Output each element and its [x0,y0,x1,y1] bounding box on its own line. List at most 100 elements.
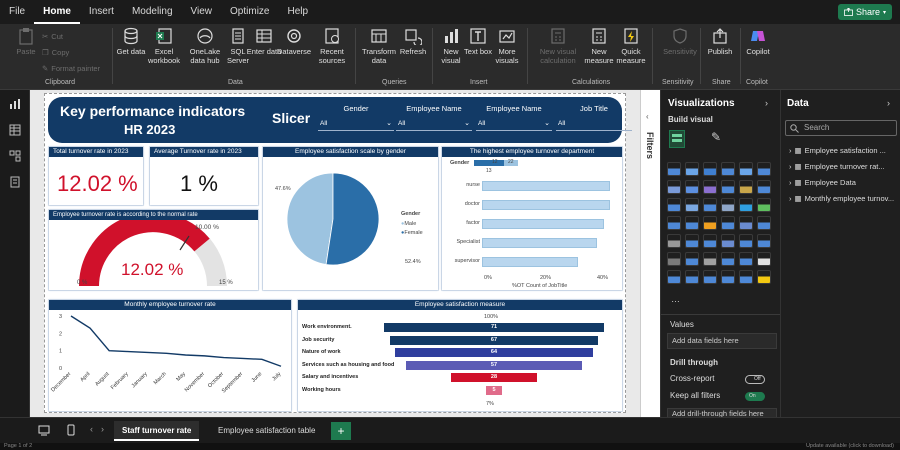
publish-button[interactable]: Publish [702,27,738,56]
data-table-item[interactable]: › ▦ Monthly employee turnov... [789,194,894,203]
visual-type-icon[interactable] [685,234,699,248]
visual-type-icon[interactable] [757,198,771,212]
visual-type-icon[interactable] [685,162,699,176]
sensitivity-button[interactable]: Sensitivity [660,27,700,56]
visual-type-icon[interactable] [721,252,735,266]
paste-button[interactable]: Paste [8,27,44,56]
visual-type-icon[interactable] [667,234,681,248]
menu-file[interactable]: File [0,0,34,24]
slicer-job-title[interactable]: Job Title All ⌄ [556,104,632,132]
format-painter-button[interactable]: ✎ Format painter [42,64,100,73]
drill-through-drop-zone[interactable]: Add drill-through fields here [667,408,777,418]
visual-type-icon[interactable] [721,270,735,284]
format-visual-icon[interactable]: ✎ [711,130,721,144]
cross-report-toggle[interactable]: Off [745,375,765,384]
kpi-total-turnover[interactable]: Total turnover rate in 2023 12.02 % [49,147,143,205]
visual-type-icon[interactable] [739,162,753,176]
gauge-turnover-rate[interactable]: Employee turnover rate is according to t… [49,210,258,290]
visual-type-icon[interactable] [703,216,717,230]
transform-data-button[interactable]: Transform data [359,27,399,65]
slicer-gender[interactable]: Gender All ⌄ [318,104,394,132]
slicer-employee-name[interactable]: Employee Name All ⌄ [396,104,472,132]
onelake-data-hub-button[interactable]: OneLake data hub [185,27,225,65]
chevron-right-icon[interactable]: › [887,98,890,108]
visual-type-icon[interactable] [757,180,771,194]
visual-type-icon[interactable] [667,180,681,194]
mobile-layout-icon[interactable] [67,424,75,436]
dax-query-view-icon[interactable] [9,176,21,188]
visual-type-icon[interactable] [757,162,771,176]
visual-type-icon[interactable] [739,216,753,230]
chevron-right-icon[interactable]: › [765,98,768,108]
get-data-button[interactable]: Get data [113,27,149,56]
data-search-input[interactable]: Search [785,120,897,136]
menu-optimize[interactable]: Optimize [221,0,278,24]
tab-employee-satisfaction-table[interactable]: Employee satisfaction table [210,421,323,441]
new-visual-calculation-button[interactable]: New visual calculation [536,27,580,65]
visual-type-icon[interactable] [703,270,717,284]
more-visuals-button[interactable]: More visuals [489,27,525,65]
kpi-average-turnover[interactable]: Average Turnover rate in 2023 1 % [150,147,258,205]
dataverse-button[interactable]: Dataverse [276,27,312,56]
quick-measure-button[interactable]: Quick measure [612,27,650,65]
desktop-layout-icon[interactable] [38,425,50,436]
refresh-button[interactable]: Refresh [395,27,431,56]
visual-type-icon[interactable] [739,198,753,212]
visual-type-icon[interactable] [721,180,735,194]
visual-type-icon[interactable] [685,216,699,230]
visual-type-icon[interactable] [667,270,681,284]
values-drop-zone[interactable]: Add data fields here [667,333,777,349]
visual-type-icon[interactable] [703,198,717,212]
visual-type-icon[interactable] [757,252,771,266]
filters-pane-collapsed[interactable]: ‹ Filters [640,90,660,417]
recent-sources-button[interactable]: Recent sources [312,27,352,65]
visual-type-icon[interactable] [721,216,735,230]
copy-button[interactable]: ❐ Copy [42,48,69,57]
cut-button[interactable]: ✂ Cut [42,32,63,41]
data-table-item[interactable]: › ▦ Employee satisfaction ... [789,146,886,155]
slicer-employee-name-2[interactable]: Employee Name All ⌄ [476,104,552,132]
visual-type-icon[interactable] [685,198,699,212]
tab-staff-turnover-rate[interactable]: Staff turnover rate [114,421,200,441]
menu-modeling[interactable]: Modeling [123,0,182,24]
visual-type-icon[interactable] [685,252,699,266]
satisfaction-funnel[interactable]: Employee satisfaction measure 100% 7% Wo… [298,300,622,411]
pie-satisfaction-by-gender[interactable]: Employee satisfaction scale by gender 47… [263,147,438,290]
chevron-left-icon[interactable]: ‹ [90,424,93,434]
excel-workbook-button[interactable]: Excel workbook [145,27,183,65]
report-view-icon[interactable] [9,98,21,110]
more-visuals-icon[interactable]: … [671,294,680,304]
visual-type-icon[interactable] [703,252,717,266]
visual-type-icon[interactable] [721,162,735,176]
update-available-link[interactable]: Update available (click to download) [806,443,894,450]
visual-type-icon[interactable] [739,180,753,194]
menu-view[interactable]: View [182,0,222,24]
visual-type-icon[interactable] [703,180,717,194]
visual-type-icon[interactable] [667,198,681,212]
chevron-right-icon[interactable]: › [101,424,104,434]
share-button[interactable]: Share ▾ [838,4,892,20]
visual-type-icon[interactable] [739,234,753,248]
visual-type-icon[interactable] [721,198,735,212]
visual-type-icon[interactable] [667,162,681,176]
dept-turnover-chart[interactable]: The highest employee turnover department… [442,147,622,290]
data-table-item[interactable]: › ▦ Employee turnover rat... [789,162,885,171]
visual-type-icon[interactable] [757,270,771,284]
visual-type-icon[interactable] [685,270,699,284]
visual-type-icon[interactable] [667,252,681,266]
visual-type-icon[interactable] [739,252,753,266]
table-view-icon[interactable] [9,124,21,136]
model-view-icon[interactable] [9,150,21,162]
copilot-button[interactable]: Copilot [740,27,776,56]
visual-type-icon[interactable] [685,180,699,194]
visual-type-icon[interactable] [703,162,717,176]
keep-all-filters-toggle[interactable]: On [745,392,765,401]
visual-type-icon[interactable] [757,234,771,248]
add-page-button[interactable]: + [331,422,351,440]
visual-type-icon[interactable] [667,216,681,230]
visual-type-icon[interactable] [703,234,717,248]
menu-insert[interactable]: Insert [80,0,123,24]
visual-type-icon[interactable] [757,216,771,230]
menu-home[interactable]: Home [34,0,80,24]
menu-help[interactable]: Help [278,0,317,24]
